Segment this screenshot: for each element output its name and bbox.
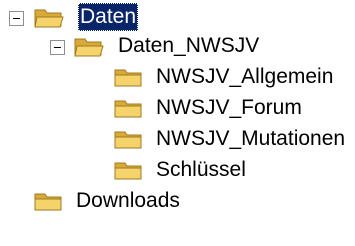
collapse-toggle-daten[interactable]	[9, 11, 24, 26]
folder-open-icon	[34, 9, 64, 28]
tree-node-label-daten[interactable]: Daten	[78, 3, 139, 31]
folder-open-icon	[74, 38, 104, 57]
tree-node-label-daten-nwsjv[interactable]: Daten_NWSJV	[116, 32, 261, 60]
folder-icon	[114, 100, 142, 118]
folder-icon	[114, 131, 142, 149]
folder-tree-view: Daten Daten_NWSJV NWSJV_Allgemein NWSJV_…	[0, 0, 355, 246]
folder-icon	[114, 162, 142, 180]
folder-icon	[114, 69, 142, 87]
folder-icon	[34, 193, 62, 211]
tree-node-label-downloads[interactable]: Downloads	[74, 187, 182, 215]
tree-node-label-schluessel[interactable]: Schlüssel	[154, 156, 248, 184]
tree-node-label-nwsjv-allgemein[interactable]: NWSJV_Allgemein	[154, 63, 335, 91]
tree-node-label-nwsjv-mutationen[interactable]: NWSJV_Mutationen	[154, 125, 347, 153]
collapse-toggle-daten-nwsjv[interactable]	[50, 40, 65, 55]
tree-node-label-nwsjv-forum[interactable]: NWSJV_Forum	[154, 94, 304, 122]
